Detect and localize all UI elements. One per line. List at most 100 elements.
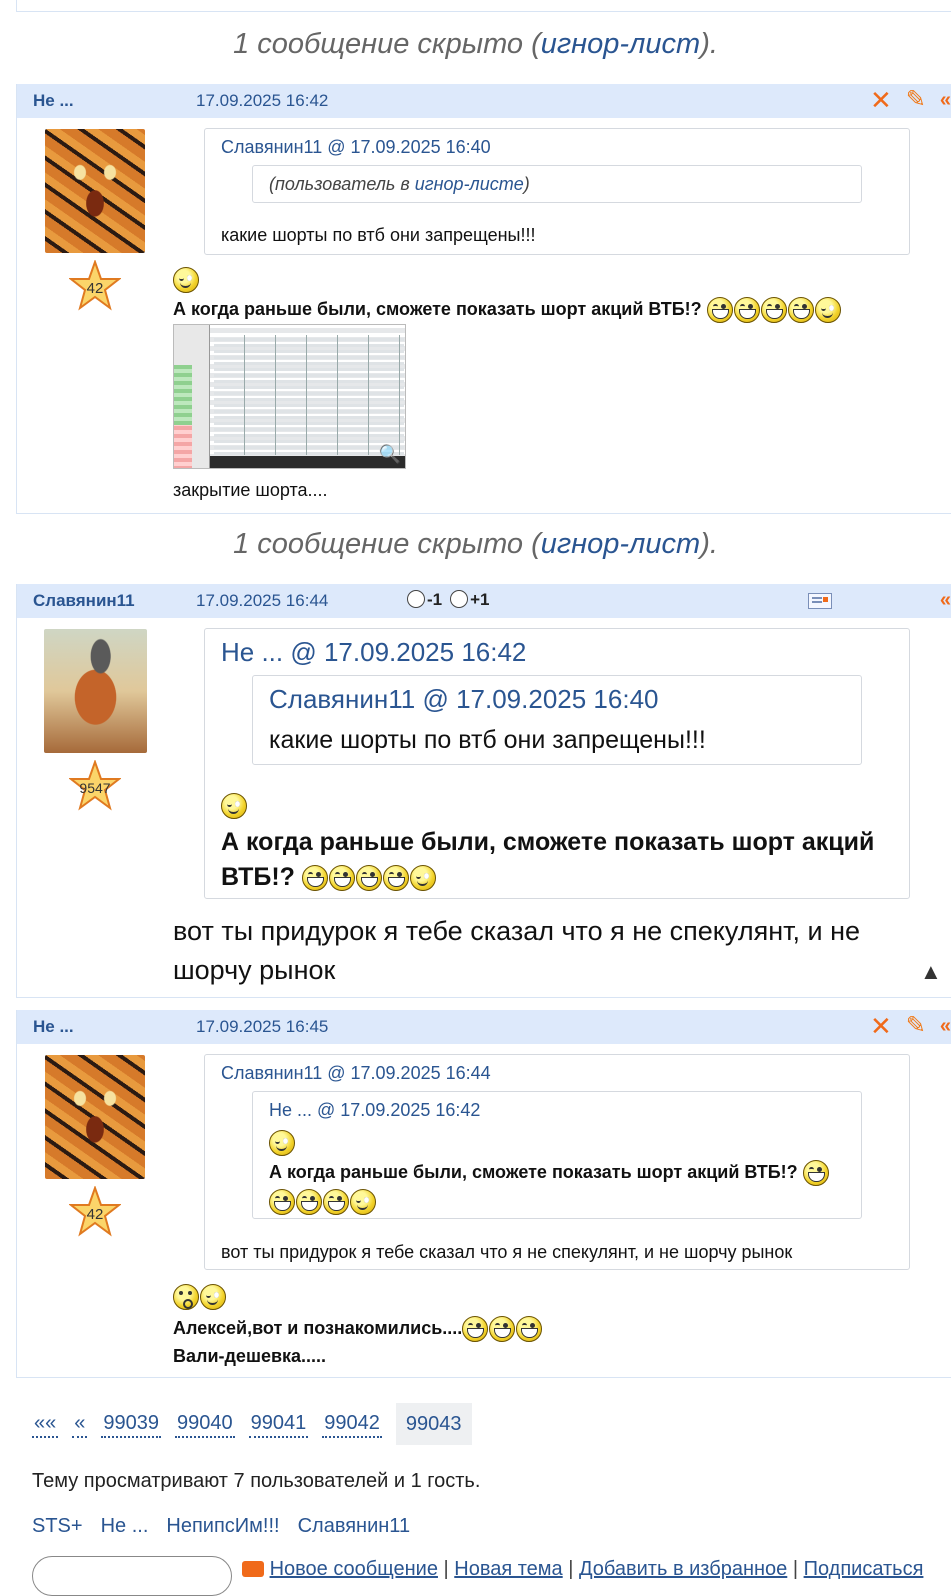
edit-icon[interactable]: ✎ — [906, 87, 926, 113]
rating-value: 42 — [86, 1205, 104, 1223]
post-text: А когда раньше были, сможете показать шо… — [173, 297, 842, 323]
viewer-link[interactable]: НепипсИм!!! — [166, 1515, 279, 1538]
wonder-icon — [173, 1284, 199, 1310]
hidden-message-note: 1 сообщение скрыто (игнор-лист). — [233, 28, 718, 60]
zoom-icon[interactable]: 🔍 — [378, 444, 402, 466]
quote-icon[interactable]: « — [940, 587, 951, 613]
rating-value: 9547 — [79, 780, 111, 796]
attached-image-thumbnail[interactable]: 🔍 — [173, 324, 406, 469]
quote-text: вот ты придурок я тебе сказал что я не с… — [221, 1242, 793, 1262]
smiley-icon — [221, 793, 247, 819]
grin-icon — [706, 297, 733, 323]
smiley-row — [173, 1284, 227, 1310]
vote-minus[interactable]: -1 — [407, 590, 442, 610]
quote-source[interactable]: Славянин11 @ 17.09.2025 16:40 — [269, 684, 659, 715]
grin-icon — [787, 297, 814, 323]
grin-icon — [328, 865, 355, 892]
quote-text: А когда раньше были, сможете показать шо… — [269, 1158, 859, 1215]
post-header: Не ... 17.09.2025 16:45 ✕ ✎ « — [17, 1010, 951, 1044]
edit-icon[interactable]: ✎ — [906, 1013, 926, 1039]
new-message-icon[interactable] — [242, 1561, 264, 1577]
quote-icon[interactable]: « — [940, 87, 951, 113]
delete-icon[interactable]: ✕ — [870, 1013, 892, 1039]
bottom-toolbar: Новое сообщение | Новая тема | Добавить … — [32, 1556, 951, 1596]
radio-icon[interactable] — [450, 590, 469, 608]
grin-icon — [802, 1160, 829, 1187]
ignored-user-note: (пользователь в игнор-листе) — [269, 174, 530, 194]
post-date[interactable]: 17.09.2025 16:45 — [196, 1017, 328, 1037]
grin-icon — [296, 1188, 322, 1215]
post-author[interactable]: Не ... — [33, 1017, 74, 1037]
viewer-link[interactable]: Не ... — [101, 1515, 149, 1538]
smiley-icon — [350, 1188, 376, 1215]
quote-text: какие шорты по втб они запрещены!!! — [269, 726, 706, 754]
quote-block: Славянин11 @ 17.09.2025 16:40 (пользоват… — [204, 128, 910, 255]
grin-icon — [733, 297, 760, 323]
page-link[interactable]: 99040 — [175, 1410, 235, 1438]
grin-icon — [760, 297, 787, 323]
page-link[interactable]: 99042 — [322, 1410, 382, 1438]
quote-text: А когда раньше были, сможете показать шо… — [221, 828, 875, 892]
subscribe-link[interactable]: Подписаться — [804, 1558, 924, 1580]
quote-source[interactable]: Не ... @ 17.09.2025 16:42 — [269, 1100, 480, 1121]
nested-quote-block: Славянин11 @ 17.09.2025 16:40 какие шорт… — [252, 675, 862, 765]
smiley-icon — [409, 865, 436, 892]
radio-icon[interactable] — [407, 590, 425, 608]
viewer-list: STS+ Не ... НепипсИм!!! Славянин11 — [32, 1515, 410, 1538]
forum-post: Не ... 17.09.2025 16:42 ✕ ✎ « 42 Славяни… — [16, 84, 951, 514]
current-page: 99043 — [395, 1403, 472, 1445]
grin-icon — [355, 865, 382, 892]
message-card-icon[interactable] — [808, 593, 832, 609]
quote-source[interactable]: Славянин11 @ 17.09.2025 16:44 — [221, 1063, 491, 1084]
post-author[interactable]: Славянин11 — [33, 591, 135, 611]
vote-controls: -1 +1 — [407, 590, 490, 610]
avatar[interactable] — [44, 629, 147, 753]
post-date[interactable]: 17.09.2025 16:44 — [196, 591, 328, 611]
image-caption: закрытие шорта.... — [173, 480, 328, 500]
previous-post-bottom — [16, 0, 951, 12]
ignore-list-link[interactable]: игнор-листе — [415, 174, 524, 194]
rating-star: 42 — [69, 260, 121, 312]
page-link[interactable]: 99039 — [101, 1410, 161, 1438]
report-warning-icon[interactable]: ▲ — [920, 959, 942, 985]
ignore-list-link[interactable]: игнор-лист — [541, 528, 700, 560]
post-actions: ✕ ✎ « — [870, 87, 951, 114]
grin-icon — [323, 1188, 349, 1215]
smiley-icon — [269, 1130, 295, 1156]
hidden-message-note: 1 сообщение скрыто (игнор-лист). — [233, 528, 718, 560]
new-message-link[interactable]: Новое сообщение — [270, 1558, 438, 1580]
viewer-link[interactable]: Славянин11 — [298, 1515, 411, 1538]
avatar[interactable] — [45, 1055, 145, 1179]
quote-source[interactable]: Не ... @ 17.09.2025 16:42 — [221, 637, 526, 668]
grin-icon — [301, 865, 328, 892]
rating-star: 42 — [69, 1186, 121, 1238]
grin-icon — [489, 1316, 516, 1343]
add-favorites-link[interactable]: Добавить в избранное — [579, 1558, 787, 1580]
ignore-list-link[interactable]: игнор-лист — [541, 28, 700, 60]
smiley-icon — [814, 297, 841, 323]
bottom-links: Новое сообщение | Новая тема | Добавить … — [242, 1558, 923, 1581]
search-input[interactable] — [32, 1556, 232, 1596]
post-author[interactable]: Не ... — [33, 91, 74, 111]
delete-icon[interactable]: ✕ — [870, 87, 892, 113]
quote-icon[interactable]: « — [940, 1013, 951, 1039]
grin-icon — [462, 1316, 489, 1343]
vote-plus[interactable]: +1 — [450, 590, 490, 610]
viewer-link[interactable]: STS+ — [32, 1515, 83, 1538]
grin-icon — [382, 865, 409, 892]
prev-page-link[interactable]: « — [72, 1410, 88, 1438]
post-text: вот ты придурок я тебе сказал что я не с… — [173, 916, 860, 985]
quote-source[interactable]: Славянин11 @ 17.09.2025 16:40 — [221, 137, 491, 158]
quote-text: какие шорты по втб они запрещены!!! — [221, 225, 536, 245]
page-link[interactable]: 99041 — [248, 1410, 309, 1438]
avatar[interactable] — [45, 129, 145, 253]
rating-value: 42 — [86, 279, 104, 297]
quote-block: Славянин11 @ 17.09.2025 16:44 Не ... @ 1… — [204, 1054, 910, 1270]
rating-star: 9547 — [69, 760, 121, 812]
post-date[interactable]: 17.09.2025 16:42 — [196, 91, 328, 111]
first-page-link[interactable]: «« — [32, 1410, 59, 1438]
new-topic-link[interactable]: Новая тема — [454, 1558, 562, 1580]
post-header: Не ... 17.09.2025 16:42 ✕ ✎ « — [17, 84, 951, 118]
nested-quote-block: (пользователь в игнор-листе) — [252, 165, 862, 203]
nested-quote-block: Не ... @ 17.09.2025 16:42 А когда раньше… — [252, 1091, 862, 1219]
